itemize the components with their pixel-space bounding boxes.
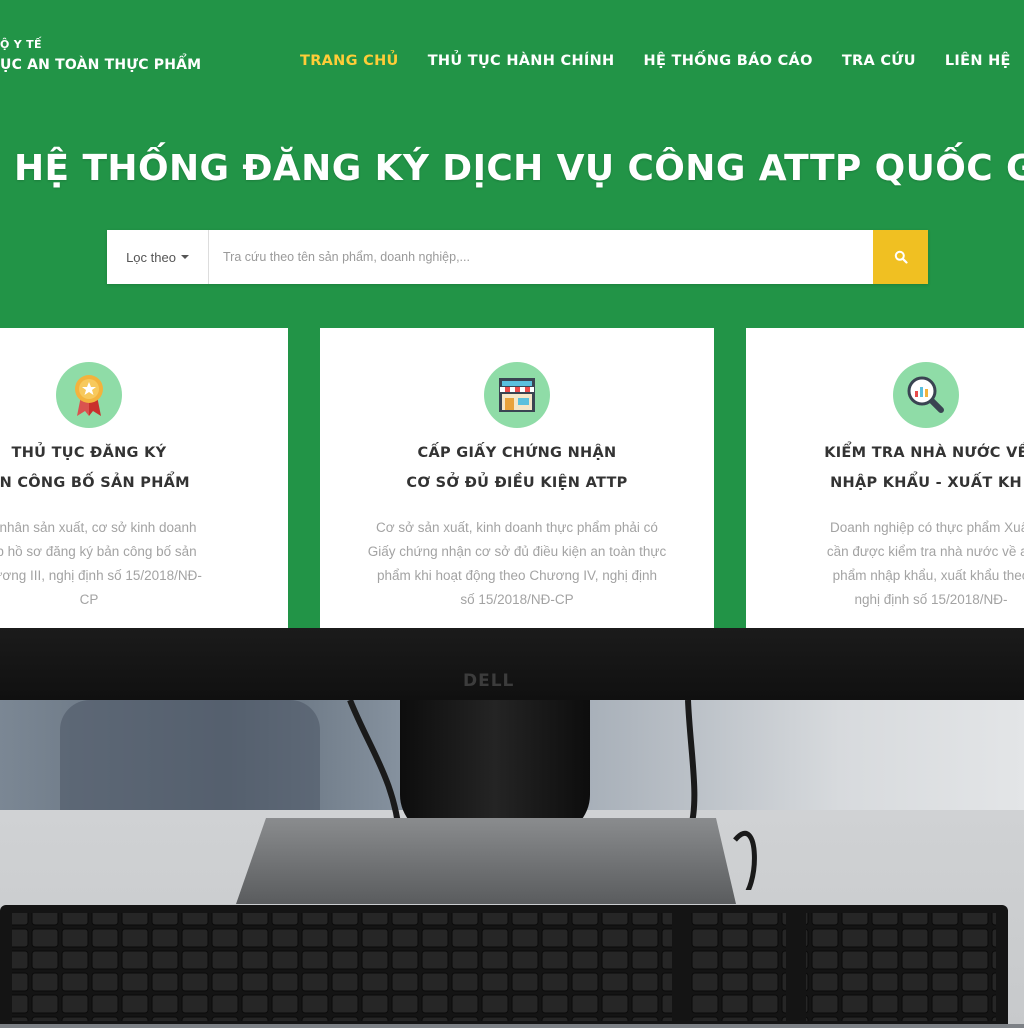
page-title: HỆ THỐNG ĐĂNG KÝ DỊCH VỤ CÔNG ATTP QUỐC … [14,148,1024,189]
card-desc-line: CP [79,592,99,607]
monitor-brand-logo: DELL [463,671,515,691]
card-desc-line: Doanh nghiệp có thực phẩm Xuất [830,520,1024,535]
card-title-line: CƠ SỞ ĐỦ ĐIỀU KIỆN ATTP [406,475,628,491]
card-title: THỦ TỤC ĐĂNG KÝ ẢN CÔNG BỐ SẢN PHẨM [0,438,288,498]
card-title: CẤP GIẤY CHỨNG NHẬN CƠ SỞ ĐỦ ĐIỀU KIỆN A… [320,438,714,498]
caret-down-icon [180,255,189,259]
service-card-facility-certificate[interactable]: CẤP GIẤY CHỨNG NHẬN CƠ SỞ ĐỦ ĐIỀU KIỆN A… [320,328,714,628]
nav-item-contact[interactable]: LIÊN HỆ [945,53,1011,69]
service-card-import-export-inspection[interactable]: KIỂM TRA NHÀ NƯỚC VỀ NHẬP KHẨU - XUẤT KH… [746,328,1024,628]
card-desc-line: số 15/2018/NĐ-CP [460,592,574,607]
keyboard [0,905,1008,1024]
nav-item-home[interactable]: TRANG CHỦ [300,53,399,69]
website-screen: Ộ Y TẾ ỤC AN TOÀN THỰC PHẨM TRANG CHỦ TH… [0,0,1024,628]
card-desc-line: phẩm khi hoạt động theo Chương IV, nghị … [376,568,658,583]
card-desc-line: cá nhân sản xuất, cơ sở kinh doanh [0,520,197,535]
card-description: Cơ sở sản xuất, kinh doanh thực phẩm phả… [332,516,702,612]
card-title-line: KIỂM TRA NHÀ NƯỚC VỀ [824,445,1024,461]
card-icon-circle [893,362,959,428]
card-desc-line: nộp hồ sơ đăng ký bản công bố sản [0,544,197,559]
card-icon-circle [56,362,122,428]
storefront-icon [499,378,535,412]
filter-dropdown[interactable]: Lọc theo [107,230,209,284]
logo-agency-text: ỤC AN TOÀN THỰC PHẨM [0,57,202,73]
monitor-stand-neck [400,700,590,835]
nav-item-administrative-procedures[interactable]: THỦ TỤC HÀNH CHÍNH [428,53,615,69]
card-desc-line: phẩm nhập khẩu, xuất khẩu theo [832,568,1024,583]
search-bar: Lọc theo [107,230,928,284]
card-desc-line: Chương III, nghị định số 15/2018/NĐ- [0,568,202,583]
monitor-stand-base [236,818,736,904]
card-desc-line: Cơ sở sản xuất, kinh doanh thực phẩm phả… [376,520,658,535]
card-description: Doanh nghiệp có thực phẩm Xuất cần được … [746,516,1024,612]
card-description: cá nhân sản xuất, cơ sở kinh doanh nộp h… [0,516,274,612]
card-title-line: NHẬP KHẨU - XUẤT KH [830,475,1022,491]
nav-item-lookup[interactable]: TRA CỨU [842,53,916,69]
magnifier-chart-icon [907,376,944,413]
card-title-line: THỦ TỤC ĐĂNG KÝ [11,445,167,461]
card-title-line: CẤP GIẤY CHỨNG NHẬN [417,445,617,461]
nav-item-reporting-system[interactable]: HỆ THỐNG BÁO CÁO [644,53,813,69]
card-icon-circle [484,362,550,428]
logo-ministry-text: Ộ Y TẾ [0,38,42,51]
site-logo[interactable]: Ộ Y TẾ ỤC AN TOÀN THỰC PHẨM [0,38,201,73]
search-input[interactable] [209,230,873,284]
search-button[interactable] [873,230,928,284]
filter-dropdown-label: Lọc theo [126,249,176,265]
award-ribbon-icon [75,375,103,416]
main-nav: TRANG CHỦ THỦ TỤC HÀNH CHÍNH HỆ THỐNG BÁ… [300,50,1024,70]
service-card-product-declaration[interactable]: THỦ TỤC ĐĂNG KÝ ẢN CÔNG BỐ SẢN PHẨM cá n… [0,328,288,628]
keyboard-keys [12,913,996,1021]
card-title: KIỂM TRA NHÀ NƯỚC VỀ NHẬP KHẨU - XUẤT KH [746,438,1024,498]
card-desc-line: Giấy chứng nhận cơ sở đủ điều kiện an to… [367,544,667,559]
card-title-line: ẢN CÔNG BỐ SẢN PHẨM [0,475,190,491]
search-icon [894,250,908,264]
card-desc-line: nghị định số 15/2018/NĐ- [854,592,1008,607]
card-desc-line: cần được kiểm tra nhà nước về an [826,544,1024,559]
